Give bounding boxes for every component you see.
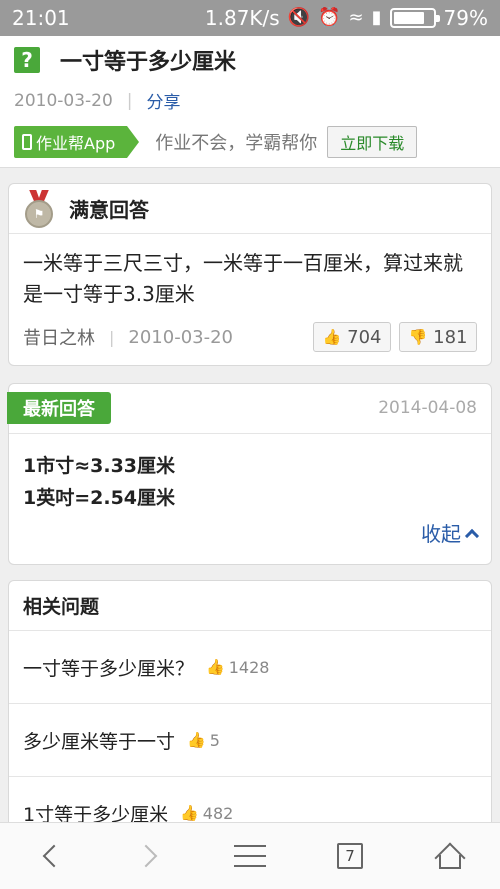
question-title: 一寸等于多少厘米 [60, 50, 237, 75]
answer-line: 1市寸≈3.33厘米 [23, 455, 176, 477]
best-answer-text: 一米等于三尺三寸，一米等于一百厘米，算过来就是一寸等于3.3厘米 [23, 251, 463, 306]
app-badge[interactable]: 作业帮App [14, 126, 140, 158]
share-link[interactable]: 分享 [147, 88, 181, 113]
home-icon [434, 842, 466, 874]
question-meta: 2010-03-20 | 分享 [14, 88, 181, 114]
latest-answer-card: 最新回答 2014-04-08 1市寸≈3.33厘米 1英吋=2.54厘米 收起 [7, 383, 492, 565]
thumb-down-icon: 👎 [408, 328, 428, 346]
related-title: 一寸等于多少厘米？ [23, 657, 195, 680]
thumb-up-icon: 👍 [180, 804, 199, 822]
related-count: 482 [202, 803, 234, 823]
app-promo: 作业帮App 作业不会，学霸帮你 立即下载 [14, 126, 418, 158]
latest-answer-text: 1市寸≈3.33厘米 1英吋=2.54厘米 [9, 434, 491, 514]
back-icon [42, 844, 66, 868]
dislike-button[interactable]: 👎 181 [399, 322, 477, 352]
menu-icon [234, 845, 266, 867]
answer-date: 2010-03-20 [128, 326, 233, 348]
forward-button[interactable] [120, 826, 180, 886]
back-button[interactable] [20, 826, 80, 886]
collapse-label: 收起 [421, 522, 461, 546]
like-count: 704 [347, 326, 382, 348]
app-label: 作业帮App [36, 134, 116, 153]
bottom-nav: 7 [0, 822, 500, 889]
collapse-button[interactable]: 收起 [421, 518, 480, 547]
related-likes: 👍 482 [180, 804, 233, 823]
thumb-up-icon: 👍 [206, 658, 225, 676]
vote-buttons: 👍 704 👎 181 [313, 322, 477, 352]
best-answer-card: ⚑ 满意回答 一米等于三尺三寸，一米等于一百厘米，算过来就是一寸等于3.3厘米 … [8, 183, 492, 366]
medal-icon: ⚑ [23, 189, 55, 228]
answer-line: 1英吋=2.54厘米 [23, 487, 176, 509]
related-title: 多少厘米等于一寸 [23, 730, 176, 753]
home-button[interactable] [420, 826, 480, 886]
download-button[interactable]: 立即下载 [327, 126, 418, 158]
status-time: 21:01 [12, 6, 70, 30]
tabs-icon: 7 [337, 843, 363, 869]
latest-answer-tag: 最新回答 [7, 392, 111, 424]
related-item[interactable]: 多少厘米等于一寸 👍 5 [9, 704, 491, 777]
alarm-icon: ⏰ [318, 7, 341, 28]
related-likes: 👍 1428 [206, 658, 269, 677]
signal-icon: ▮ [371, 7, 382, 28]
meta-divider: | [126, 90, 133, 111]
tabs-button[interactable]: 7 [320, 826, 380, 886]
related-likes: 👍 5 [187, 731, 220, 750]
question-title-row: ? 一寸等于多少厘米 [14, 44, 236, 76]
thumb-up-icon: 👍 [322, 328, 342, 346]
related-header: 相关问题 [9, 581, 491, 631]
status-right: 1.87K/s 🔇 ⏰ ≈ ▮ 79% [205, 6, 488, 30]
latest-answer-date: 2014-04-08 [378, 398, 477, 418]
latest-answer-header: 最新回答 2014-04-08 [7, 384, 491, 434]
footer-divider: | [109, 327, 115, 347]
related-count: 1428 [228, 657, 270, 677]
dislike-count: 181 [433, 326, 468, 348]
best-answer-header: ⚑ 满意回答 [9, 184, 491, 234]
related-item[interactable]: 一寸等于多少厘米？ 👍 1428 [9, 631, 491, 704]
mute-icon: 🔇 [287, 7, 311, 28]
thumb-up-icon: 👍 [187, 731, 206, 749]
battery-icon [389, 8, 440, 28]
question-icon: ? [14, 47, 40, 73]
network-speed: 1.87K/s [204, 6, 280, 30]
phone-icon [22, 134, 32, 150]
question-date: 2010-03-20 [14, 90, 113, 111]
chevron-up-icon [464, 528, 480, 543]
status-bar: 21:01 1.87K/s 🔇 ⏰ ≈ ▮ 79% [0, 0, 500, 36]
answer-author[interactable]: 昔日之林 [23, 324, 95, 350]
best-answer-title: 满意回答 [69, 198, 149, 222]
app-slogan: 作业不会，学霸帮你 [155, 133, 318, 154]
like-button[interactable]: 👍 704 [313, 322, 391, 352]
question-header: ? 一寸等于多少厘米 2010-03-20 | 分享 作业帮App 作业不会，学… [0, 36, 500, 168]
wifi-icon: ≈ [348, 7, 364, 28]
related-count: 5 [209, 730, 220, 750]
battery-percent: 79% [443, 6, 488, 30]
best-answer-footer: 昔日之林 | 2010-03-20 👍 704 👎 181 [23, 322, 477, 352]
forward-icon [134, 844, 158, 868]
menu-button[interactable] [220, 826, 280, 886]
